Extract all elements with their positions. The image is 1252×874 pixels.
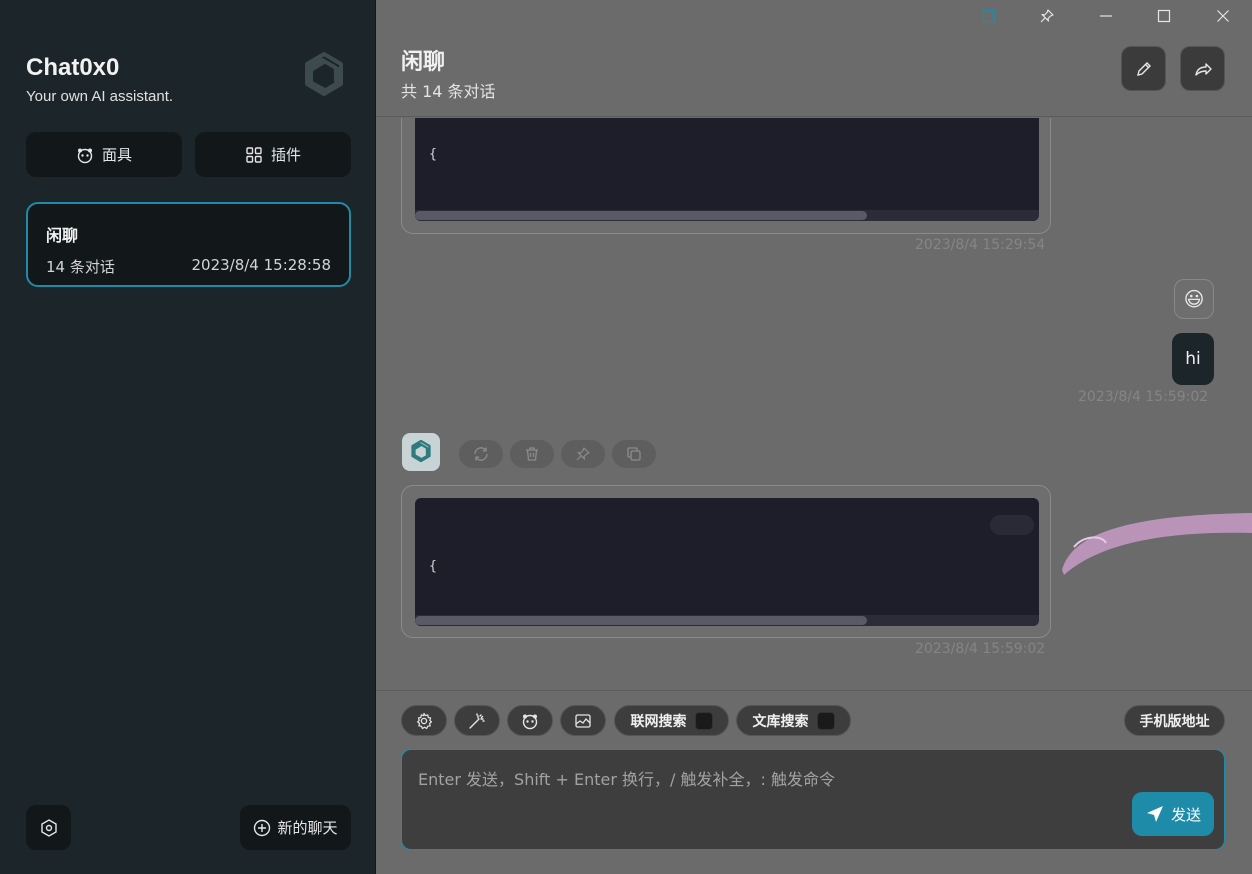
settings-hex-icon	[40, 818, 57, 837]
send-arrow-icon	[1146, 806, 1163, 822]
window-pin-button[interactable]	[1018, 0, 1077, 32]
code-scrollbar-thumb[interactable]	[415, 616, 867, 625]
maximize-icon	[1158, 9, 1171, 23]
square-outline-icon	[982, 9, 995, 23]
pencil-icon	[1136, 61, 1151, 76]
edit-button[interactable]	[1121, 46, 1166, 91]
window-minimize-button[interactable]	[1077, 0, 1136, 32]
share-button[interactable]	[1180, 46, 1225, 91]
web-search-label: 联网搜索	[630, 713, 687, 730]
chat-item-date: 2023/8/4 15:28:58	[191, 256, 331, 274]
plugin-button[interactable]: 插件	[195, 132, 351, 177]
code-block[interactable]: { "error": true, "message": "Error respo…	[415, 498, 1039, 626]
plus-circle-icon	[254, 819, 271, 836]
pin-message-button[interactable]	[561, 440, 605, 468]
assistant-message: { "error": true, "message": "Error respo…	[401, 485, 1051, 638]
mask-selector-button[interactable]	[507, 705, 553, 736]
window-maximize-button[interactable]	[1135, 0, 1194, 32]
sidebar: Chat0x0 Your own AI assistant. 面具 插件 闲聊 …	[0, 0, 376, 874]
panda-icon	[77, 148, 93, 163]
code-block[interactable]: { "error": true, "message": "Error respo…	[415, 118, 1039, 221]
refresh-icon	[474, 447, 488, 461]
minimize-icon	[1099, 15, 1112, 17]
web-search-toggle[interactable]: 联网搜索	[614, 705, 729, 736]
brand-subtitle: Your own AI assistant.	[26, 88, 174, 105]
new-chat-label: 新的聊天	[277, 819, 338, 837]
message-timestamp: 2023/8/4 15:59:02	[915, 641, 1046, 657]
window-close-button[interactable]	[1194, 0, 1252, 32]
code-scrollbar[interactable]	[415, 210, 1039, 221]
doc-search-checkbox[interactable]	[816, 711, 835, 730]
pin-icon	[576, 447, 590, 461]
assistant-avatar	[402, 433, 440, 471]
copy-icon	[627, 447, 641, 461]
openai-logo-icon	[411, 439, 431, 463]
send-button[interactable]: 发送	[1132, 792, 1214, 836]
code-scrollbar[interactable]	[415, 615, 1039, 626]
trash-icon	[526, 447, 538, 461]
plugin-button-label: 插件	[270, 146, 301, 164]
share-arrow-icon	[1194, 62, 1212, 76]
chat-settings-button[interactable]	[401, 705, 447, 736]
grid-icon	[246, 146, 262, 163]
doc-search-label: 文库搜索	[752, 713, 809, 730]
settings-button[interactable]	[26, 805, 71, 850]
image-button[interactable]	[560, 705, 606, 736]
openai-logo-icon	[305, 52, 343, 96]
delete-button[interactable]	[510, 440, 554, 468]
decorative-wisp	[1062, 513, 1252, 575]
retry-button[interactable]	[459, 440, 503, 468]
message-input-box: 发送	[401, 749, 1225, 850]
code-scrollbar-thumb[interactable]	[415, 211, 867, 220]
chat-list-item[interactable]: 闲聊 14 条对话 2023/8/4 15:28:58	[26, 202, 351, 287]
code-line: {	[429, 147, 437, 162]
new-chat-button[interactable]: 新的聊天	[240, 805, 351, 850]
page-subtitle: 共 14 条对话	[401, 82, 496, 101]
close-icon	[1216, 10, 1229, 22]
image-icon	[575, 713, 591, 728]
message-input[interactable]	[402, 750, 1224, 849]
web-search-checkbox[interactable]	[694, 711, 713, 730]
copy-button[interactable]	[612, 440, 656, 468]
chat-item-title: 闲聊	[46, 226, 79, 245]
message-timestamp: 2023/8/4 15:29:54	[915, 237, 1046, 253]
user-message: hi	[1172, 333, 1214, 385]
mask-button-label: 面具	[101, 146, 132, 164]
composer: 联网搜索 文库搜索 手机版地址 发送	[376, 690, 1252, 874]
page-title: 闲聊	[401, 50, 446, 75]
send-button-label: 发送	[1170, 805, 1201, 824]
code-line: {	[429, 559, 437, 574]
chat-item-count: 14 条对话	[46, 258, 115, 276]
panda-icon	[522, 714, 538, 729]
emoji-avatar[interactable]: 😃	[1174, 279, 1214, 319]
mask-button[interactable]: 面具	[26, 132, 182, 177]
code-copy-button[interactable]	[990, 515, 1034, 535]
brand-title: Chat0x0	[26, 54, 120, 81]
assistant-message: { "error": true, "message": "Error respo…	[401, 118, 1051, 234]
window-controls	[960, 0, 1252, 32]
prompt-button[interactable]	[454, 705, 500, 736]
message-list[interactable]: { "error": true, "message": "Error respo…	[376, 118, 1252, 690]
doc-search-toggle[interactable]: 文库搜索	[736, 705, 851, 736]
window-float-button[interactable]	[960, 0, 1019, 32]
mobile-link-button[interactable]: 手机版地址	[1124, 705, 1225, 736]
pin-icon	[1040, 9, 1054, 23]
main-panel: 闲聊 共 14 条对话 { "error": t	[376, 0, 1252, 874]
magic-wand-icon	[469, 712, 485, 729]
gear-icon	[417, 712, 433, 729]
message-timestamp: 2023/8/4 15:59:02	[1078, 389, 1209, 405]
